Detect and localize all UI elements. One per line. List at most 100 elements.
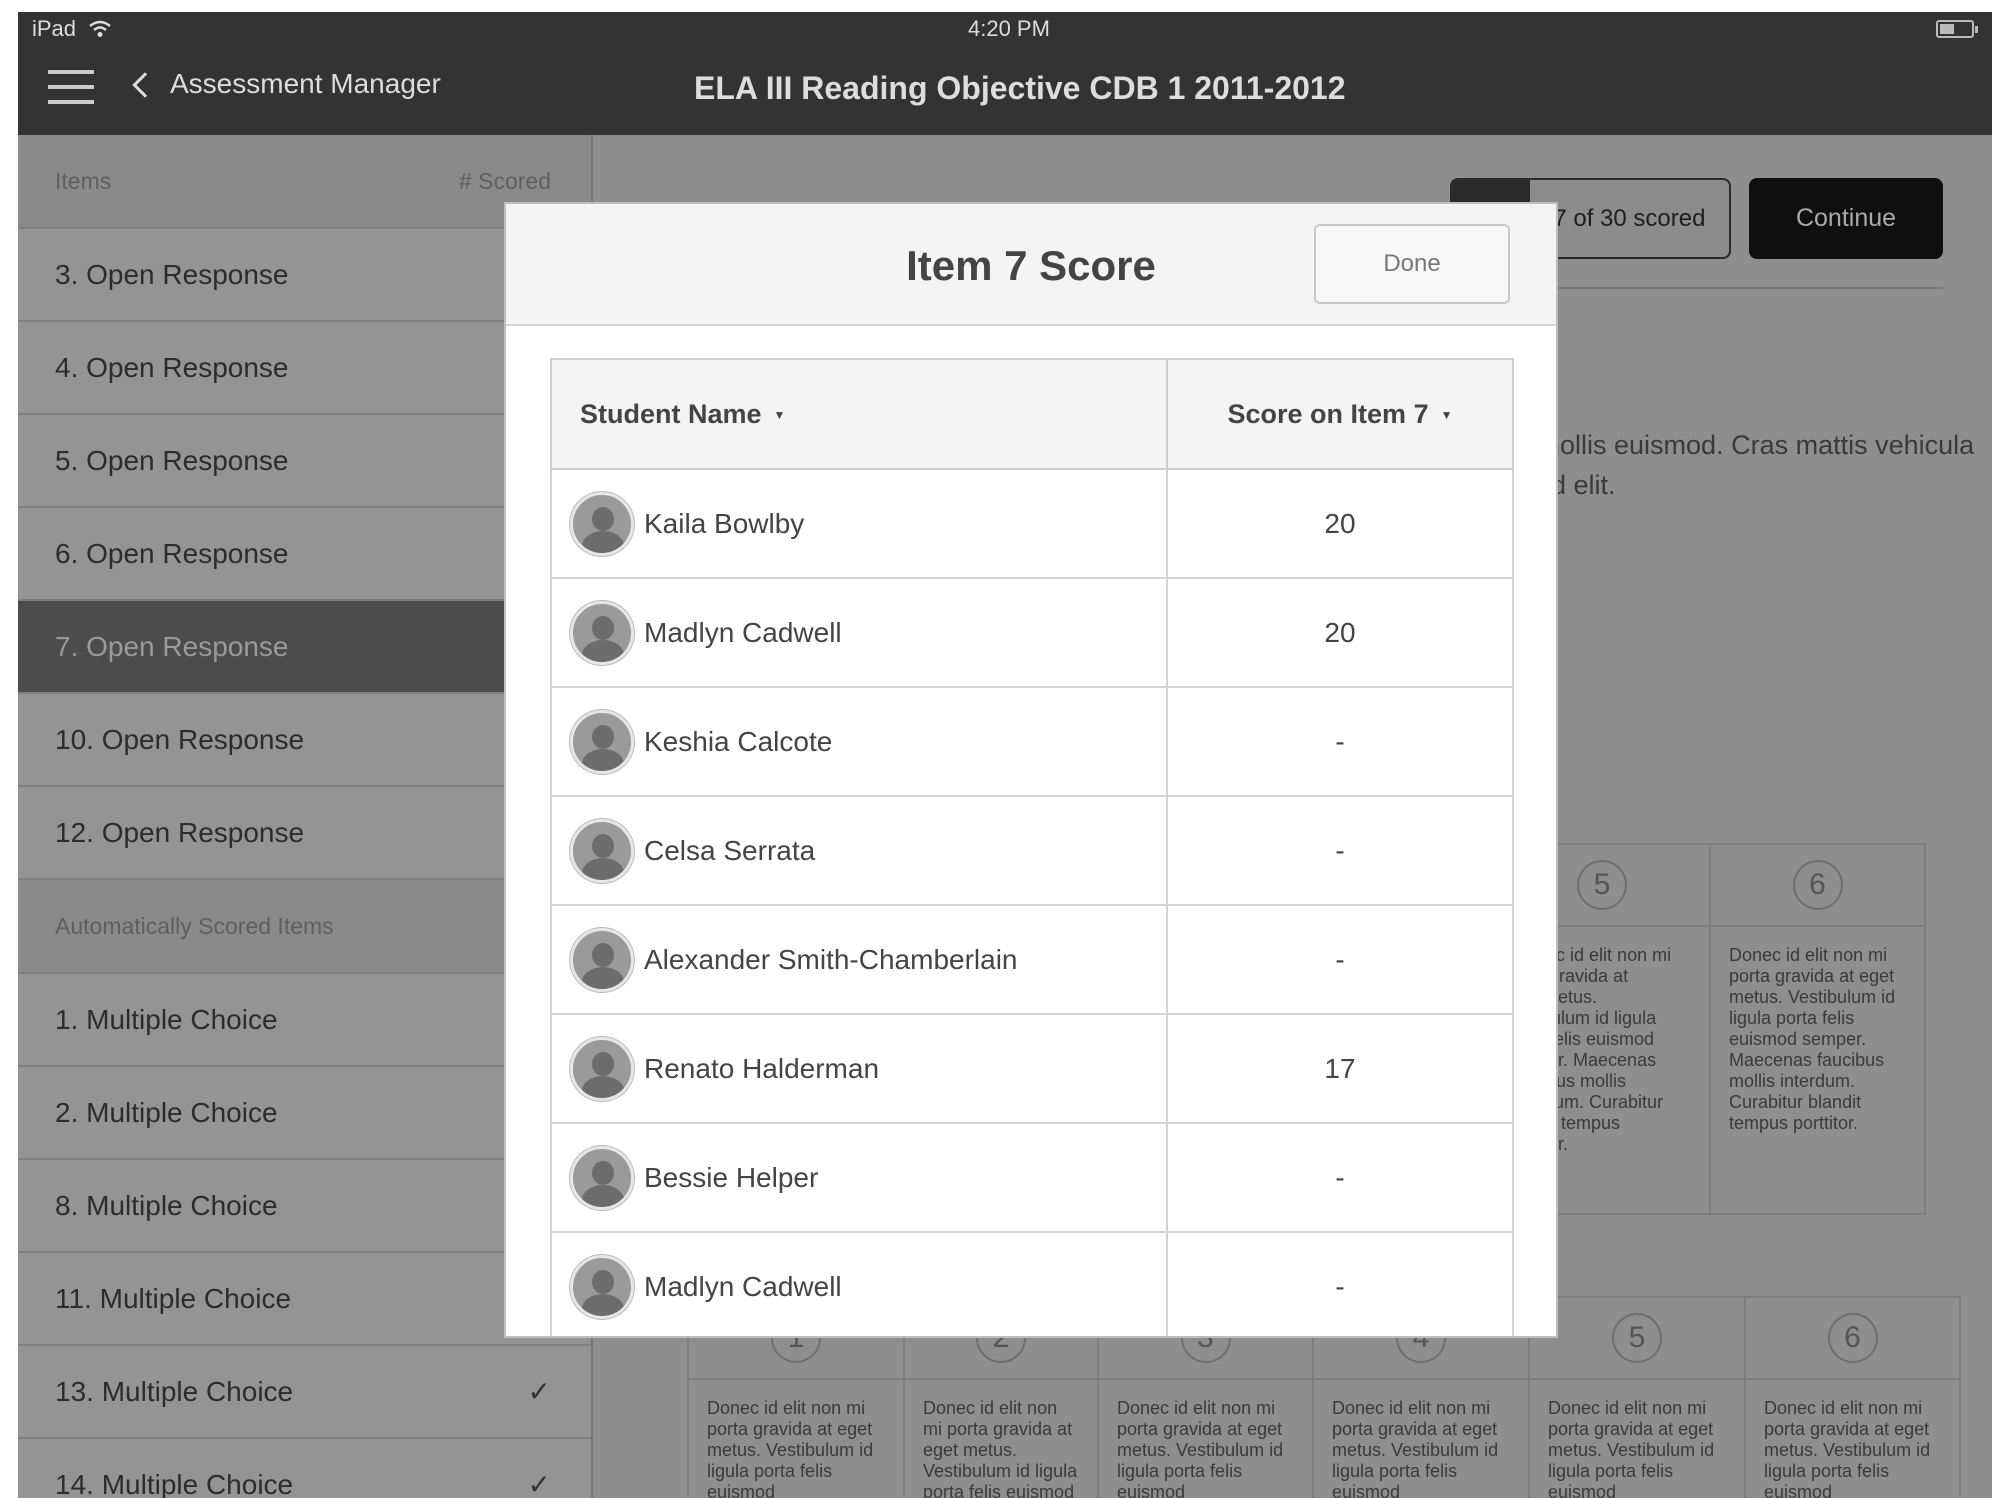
list-item-label: 13. Multiple Choice xyxy=(55,1375,294,1407)
student-name: Kaila Bowlby xyxy=(644,507,805,539)
student-name: Keshia Calcote xyxy=(644,725,833,757)
hamburger-menu-icon[interactable] xyxy=(48,70,94,104)
device-name: iPad xyxy=(32,16,77,41)
score-cell[interactable]: 17 xyxy=(1166,1013,1514,1124)
avatar xyxy=(570,600,634,665)
student-name: Alexander Smith-Chamberlain xyxy=(644,943,1018,975)
ipad-screen: iPad 4:20 PM Assessment Manager ELA III … xyxy=(18,12,1992,1498)
sort-down-icon: ▼ xyxy=(1440,408,1453,423)
avatar xyxy=(570,1145,634,1210)
rubric-column[interactable]: 5 Donec id elit non mi porta gravida at … xyxy=(1528,1296,1746,1498)
list-item-label: 7. Open Response xyxy=(55,630,289,662)
item-score-modal: Item 7 Score Done Student Name ▼ Score on… xyxy=(504,202,1558,1338)
rubric-score-number: 5 xyxy=(1530,1298,1744,1380)
avatar xyxy=(570,1036,634,1101)
list-item-label: 8. Multiple Choice xyxy=(55,1189,278,1221)
item-passage-text: a mollis euismod. Cras mattis vehicula u… xyxy=(1515,430,1975,500)
column-header-label: Student Name xyxy=(580,398,762,429)
list-item-label: 1. Multiple Choice xyxy=(55,1003,278,1035)
table-row[interactable]: Alexander Smith-Chamberlain - xyxy=(550,904,1514,1015)
modal-header: Item 7 Score Done xyxy=(506,204,1556,326)
student-name-cell: Renato Halderman xyxy=(550,1013,1168,1124)
student-name-cell: Celsa Serrata xyxy=(550,795,1168,906)
score-cell[interactable]: - xyxy=(1166,686,1514,797)
student-name-cell: Bessie Helper xyxy=(550,1122,1168,1233)
rubric-description: Donec id elit non mi porta gravida at eg… xyxy=(1332,1398,1499,1498)
table-row[interactable]: Kaila Bowlby 20 xyxy=(550,468,1514,579)
table-row[interactable]: Madlyn Cadwell - xyxy=(550,1231,1514,1336)
rubric-description: Donec id elit non mi porta gravida at eg… xyxy=(1729,945,1896,1133)
rubric-description: Donec id elit non mi porta gravida at eg… xyxy=(1548,1398,1715,1498)
column-header-student-name[interactable]: Student Name ▼ xyxy=(550,358,1168,470)
rubric-description: Donec id elit non mi porta gravida at eg… xyxy=(1117,1398,1284,1498)
items-header-label: Items xyxy=(55,167,112,194)
page-title: ELA III Reading Objective CDB 1 2011-201… xyxy=(694,70,1346,106)
column-header-label: Score on Item 7 xyxy=(1227,398,1429,429)
rubric-column[interactable]: 6 Donec id elit non mi porta gravida at … xyxy=(1709,843,1926,1215)
score-cell[interactable]: - xyxy=(1166,904,1514,1015)
student-name-cell: Alexander Smith-Chamberlain xyxy=(550,904,1168,1015)
student-name: Bessie Helper xyxy=(644,1161,819,1193)
student-name-cell: Kaila Bowlby xyxy=(550,468,1168,579)
done-button[interactable]: Done xyxy=(1314,224,1510,304)
list-item-mc-13[interactable]: 13. Multiple Choice ✓ xyxy=(18,1346,591,1439)
score-cell[interactable]: 20 xyxy=(1166,577,1514,688)
score-cell[interactable]: 20 xyxy=(1166,468,1514,579)
progress-text: 27 of 30 scored xyxy=(1540,204,1706,232)
list-item-label: 11. Multiple Choice xyxy=(55,1282,292,1314)
table-row[interactable]: Bessie Helper - xyxy=(550,1122,1514,1233)
device-top-edge xyxy=(0,0,1992,12)
rubric-score-number: 6 xyxy=(1746,1298,1959,1380)
avatar xyxy=(570,709,634,774)
student-name: Madlyn Cadwell xyxy=(644,1270,842,1302)
status-time: 4:20 PM xyxy=(968,16,1050,41)
list-item-mc-14[interactable]: 14. Multiple Choice ✓ xyxy=(18,1439,591,1498)
avatar xyxy=(570,491,634,556)
student-name: Celsa Serrata xyxy=(644,834,816,866)
rubric-upper: 5 Donec id elit non mi orta gravida at g… xyxy=(1493,843,1926,1215)
scored-header-label: # Scored xyxy=(458,167,551,194)
chevron-left-icon xyxy=(132,72,158,98)
wifi-icon xyxy=(89,20,111,37)
avatar xyxy=(570,927,634,992)
status-bar-left: iPad xyxy=(32,16,112,42)
avatar xyxy=(570,1254,634,1319)
student-name-cell: Madlyn Cadwell xyxy=(550,577,1168,688)
back-button[interactable]: Assessment Manager xyxy=(132,68,441,100)
student-name: Renato Halderman xyxy=(644,1052,880,1084)
scores-table: Student Name ▼ Score on Item 7 ▼ Kaila Bow… xyxy=(550,358,1514,1336)
list-item-label: 14. Multiple Choice xyxy=(55,1468,294,1498)
rubric-description: Donec id elit non mi porta gravida at eg… xyxy=(707,1398,874,1498)
score-cell[interactable]: - xyxy=(1166,795,1514,906)
auto-header-label: Automatically Scored Items xyxy=(55,912,334,939)
list-item-label: 12. Open Response xyxy=(55,816,305,848)
list-item-label: 3. Open Response xyxy=(55,258,289,290)
checkmark-icon: ✓ xyxy=(527,1376,551,1407)
rubric-score-number: 6 xyxy=(1711,845,1924,927)
table-row[interactable]: Keshia Calcote - xyxy=(550,686,1514,797)
continue-button[interactable]: Continue xyxy=(1749,178,1943,259)
rubric-description: Donec id elit non mi porta gravida at eg… xyxy=(923,1398,1078,1498)
score-cell[interactable]: - xyxy=(1166,1122,1514,1233)
checkmark-icon: ✓ xyxy=(527,1469,551,1498)
score-cell[interactable]: - xyxy=(1166,1231,1514,1336)
column-header-score[interactable]: Score on Item 7 ▼ xyxy=(1166,358,1514,470)
table-row[interactable]: Renato Halderman 17 xyxy=(550,1013,1514,1124)
list-item-label: 10. Open Response xyxy=(55,723,305,755)
table-row[interactable]: Celsa Serrata - xyxy=(550,795,1514,906)
table-row[interactable]: Madlyn Cadwell 20 xyxy=(550,577,1514,688)
table-header-row: Student Name ▼ Score on Item 7 ▼ xyxy=(550,358,1514,470)
student-name: Madlyn Cadwell xyxy=(644,616,842,648)
back-label: Assessment Manager xyxy=(170,68,441,99)
navigation-bar: iPad 4:20 PM Assessment Manager ELA III … xyxy=(18,12,1992,135)
rubric-column[interactable]: 6 Donec id elit non mi porta gravida at … xyxy=(1744,1296,1961,1498)
rubric-description: Donec id elit non mi porta gravida at eg… xyxy=(1764,1398,1931,1498)
battery-icon xyxy=(1936,20,1978,38)
list-item-label: 6. Open Response xyxy=(55,537,289,569)
sort-down-icon: ▼ xyxy=(773,408,786,423)
student-name-cell: Madlyn Cadwell xyxy=(550,1231,1168,1336)
list-item-label: 2. Multiple Choice xyxy=(55,1096,278,1128)
list-item-label: 4. Open Response xyxy=(55,351,289,383)
avatar xyxy=(570,818,634,883)
student-name-cell: Keshia Calcote xyxy=(550,686,1168,797)
